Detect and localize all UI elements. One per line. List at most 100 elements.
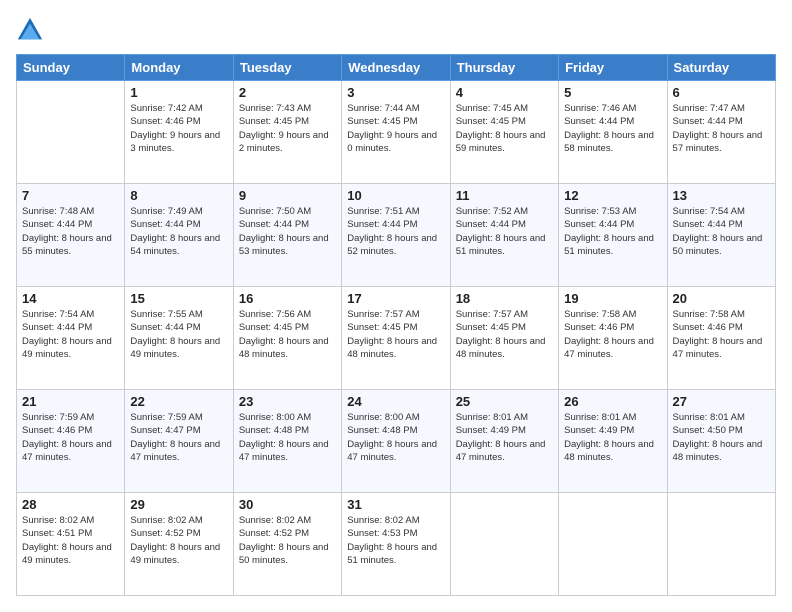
day-number: 9: [239, 188, 336, 203]
day-number: 7: [22, 188, 119, 203]
day-info: Sunrise: 8:01 AMSunset: 4:49 PMDaylight:…: [456, 411, 553, 464]
calendar-cell: 23 Sunrise: 8:00 AMSunset: 4:48 PMDayligh…: [233, 390, 341, 493]
day-info: Sunrise: 8:00 AMSunset: 4:48 PMDaylight:…: [239, 411, 336, 464]
day-info: Sunrise: 7:51 AMSunset: 4:44 PMDaylight:…: [347, 205, 444, 258]
calendar-cell: 18Sunrise: 7:57 AMSunset: 4:45 PMDayligh…: [450, 287, 558, 390]
calendar-header-thursday: Thursday: [450, 55, 558, 81]
day-number: 21: [22, 394, 119, 409]
calendar-cell: 30 Sunrise: 8:02 AMSunset: 4:52 PMDayligh…: [233, 493, 341, 596]
calendar-cell: 3 Sunrise: 7:44 AMSunset: 4:45 PMDaylight…: [342, 81, 450, 184]
day-info: Sunrise: 7:48 AMSunset: 4:44 PMDaylight:…: [22, 205, 119, 258]
calendar-cell: [450, 493, 558, 596]
day-info: Sunrise: 8:01 AMSunset: 4:49 PMDaylight:…: [564, 411, 661, 464]
calendar-week-5: 28Sunrise: 8:02 AMSunset: 4:51 PMDayligh…: [17, 493, 776, 596]
calendar-header-wednesday: Wednesday: [342, 55, 450, 81]
calendar-cell: 1 Sunrise: 7:42 AMSunset: 4:46 PMDaylight…: [125, 81, 233, 184]
day-number: 10: [347, 188, 444, 203]
calendar-cell: [667, 493, 775, 596]
day-number: 8: [130, 188, 227, 203]
day-number: 20: [673, 291, 770, 306]
logo: [16, 16, 48, 44]
day-number: 26: [564, 394, 661, 409]
calendar-cell: 13 Sunrise: 7:54 AMSunset: 4:44 PMDayligh…: [667, 184, 775, 287]
calendar-cell: 22 Sunrise: 7:59 AMSunset: 4:47 PMDayligh…: [125, 390, 233, 493]
day-number: 3: [347, 85, 444, 100]
day-info: Sunrise: 7:44 AMSunset: 4:45 PMDaylight:…: [347, 102, 444, 155]
calendar-cell: [17, 81, 125, 184]
calendar-cell: 20 Sunrise: 7:58 AMSunset: 4:46 PMDayligh…: [667, 287, 775, 390]
day-info: Sunrise: 7:57 AMSunset: 4:45 PMDaylight:…: [456, 308, 553, 361]
day-info: Sunrise: 8:02 AMSunset: 4:52 PMDaylight:…: [130, 514, 227, 567]
calendar-cell: 19Sunrise: 7:58 AMSunset: 4:46 PMDayligh…: [559, 287, 667, 390]
day-number: 6: [673, 85, 770, 100]
day-info: Sunrise: 8:02 AMSunset: 4:53 PMDaylight:…: [347, 514, 444, 567]
day-info: Sunrise: 7:54 AMSunset: 4:44 PMDaylight:…: [673, 205, 770, 258]
day-info: Sunrise: 8:02 AMSunset: 4:51 PMDaylight:…: [22, 514, 119, 567]
calendar-cell: [559, 493, 667, 596]
calendar-cell: 31 Sunrise: 8:02 AMSunset: 4:53 PMDayligh…: [342, 493, 450, 596]
day-number: 15: [130, 291, 227, 306]
day-info: Sunrise: 7:56 AMSunset: 4:45 PMDaylight:…: [239, 308, 336, 361]
day-number: 2: [239, 85, 336, 100]
day-info: Sunrise: 8:02 AMSunset: 4:52 PMDaylight:…: [239, 514, 336, 567]
day-number: 22: [130, 394, 227, 409]
day-number: 24: [347, 394, 444, 409]
calendar-header-monday: Monday: [125, 55, 233, 81]
day-info: Sunrise: 7:46 AMSunset: 4:44 PMDaylight:…: [564, 102, 661, 155]
day-info: Sunrise: 7:52 AMSunset: 4:44 PMDaylight:…: [456, 205, 553, 258]
calendar-week-4: 21 Sunrise: 7:59 AMSunset: 4:46 PMDayligh…: [17, 390, 776, 493]
day-number: 4: [456, 85, 553, 100]
day-number: 11: [456, 188, 553, 203]
day-info: Sunrise: 7:47 AMSunset: 4:44 PMDaylight:…: [673, 102, 770, 155]
day-info: Sunrise: 7:50 AMSunset: 4:44 PMDaylight:…: [239, 205, 336, 258]
calendar-cell: 26 Sunrise: 8:01 AMSunset: 4:49 PMDayligh…: [559, 390, 667, 493]
calendar-header-row: SundayMondayTuesdayWednesdayThursdayFrid…: [17, 55, 776, 81]
day-info: Sunrise: 7:42 AMSunset: 4:46 PMDaylight:…: [130, 102, 227, 155]
day-number: 12: [564, 188, 661, 203]
calendar-cell: 16 Sunrise: 7:56 AMSunset: 4:45 PMDayligh…: [233, 287, 341, 390]
day-number: 17: [347, 291, 444, 306]
day-number: 5: [564, 85, 661, 100]
calendar-header-sunday: Sunday: [17, 55, 125, 81]
calendar-cell: 27 Sunrise: 8:01 AMSunset: 4:50 PMDayligh…: [667, 390, 775, 493]
day-number: 30: [239, 497, 336, 512]
calendar-cell: 11 Sunrise: 7:52 AMSunset: 4:44 PMDayligh…: [450, 184, 558, 287]
day-number: 1: [130, 85, 227, 100]
calendar-cell: 15 Sunrise: 7:55 AMSunset: 4:44 PMDayligh…: [125, 287, 233, 390]
day-info: Sunrise: 7:53 AMSunset: 4:44 PMDaylight:…: [564, 205, 661, 258]
day-info: Sunrise: 7:43 AMSunset: 4:45 PMDaylight:…: [239, 102, 336, 155]
day-info: Sunrise: 7:58 AMSunset: 4:46 PMDaylight:…: [673, 308, 770, 361]
calendar-cell: 14 Sunrise: 7:54 AMSunset: 4:44 PMDayligh…: [17, 287, 125, 390]
calendar-header-saturday: Saturday: [667, 55, 775, 81]
day-number: 19: [564, 291, 661, 306]
calendar-cell: 6 Sunrise: 7:47 AMSunset: 4:44 PMDaylight…: [667, 81, 775, 184]
calendar-cell: 29Sunrise: 8:02 AMSunset: 4:52 PMDayligh…: [125, 493, 233, 596]
calendar-cell: 25Sunrise: 8:01 AMSunset: 4:49 PMDayligh…: [450, 390, 558, 493]
calendar-cell: 17 Sunrise: 7:57 AMSunset: 4:45 PMDayligh…: [342, 287, 450, 390]
header: [16, 16, 776, 44]
logo-icon: [16, 16, 44, 44]
day-number: 14: [22, 291, 119, 306]
calendar-cell: 2 Sunrise: 7:43 AMSunset: 4:45 PMDaylight…: [233, 81, 341, 184]
day-number: 16: [239, 291, 336, 306]
day-number: 31: [347, 497, 444, 512]
day-info: Sunrise: 7:59 AMSunset: 4:47 PMDaylight:…: [130, 411, 227, 464]
day-info: Sunrise: 7:57 AMSunset: 4:45 PMDaylight:…: [347, 308, 444, 361]
calendar-cell: 10 Sunrise: 7:51 AMSunset: 4:44 PMDayligh…: [342, 184, 450, 287]
day-info: Sunrise: 7:59 AMSunset: 4:46 PMDaylight:…: [22, 411, 119, 464]
day-info: Sunrise: 7:54 AMSunset: 4:44 PMDaylight:…: [22, 308, 119, 361]
day-number: 27: [673, 394, 770, 409]
calendar-cell: 8Sunrise: 7:49 AMSunset: 4:44 PMDaylight…: [125, 184, 233, 287]
calendar-cell: 9 Sunrise: 7:50 AMSunset: 4:44 PMDaylight…: [233, 184, 341, 287]
day-info: Sunrise: 8:01 AMSunset: 4:50 PMDaylight:…: [673, 411, 770, 464]
day-number: 23: [239, 394, 336, 409]
calendar-cell: 24Sunrise: 8:00 AMSunset: 4:48 PMDayligh…: [342, 390, 450, 493]
calendar-header-tuesday: Tuesday: [233, 55, 341, 81]
day-info: Sunrise: 7:45 AMSunset: 4:45 PMDaylight:…: [456, 102, 553, 155]
page: SundayMondayTuesdayWednesdayThursdayFrid…: [0, 0, 792, 612]
calendar-week-1: 1 Sunrise: 7:42 AMSunset: 4:46 PMDaylight…: [17, 81, 776, 184]
calendar-cell: 21 Sunrise: 7:59 AMSunset: 4:46 PMDayligh…: [17, 390, 125, 493]
calendar-header-friday: Friday: [559, 55, 667, 81]
day-number: 13: [673, 188, 770, 203]
day-info: Sunrise: 7:55 AMSunset: 4:44 PMDaylight:…: [130, 308, 227, 361]
